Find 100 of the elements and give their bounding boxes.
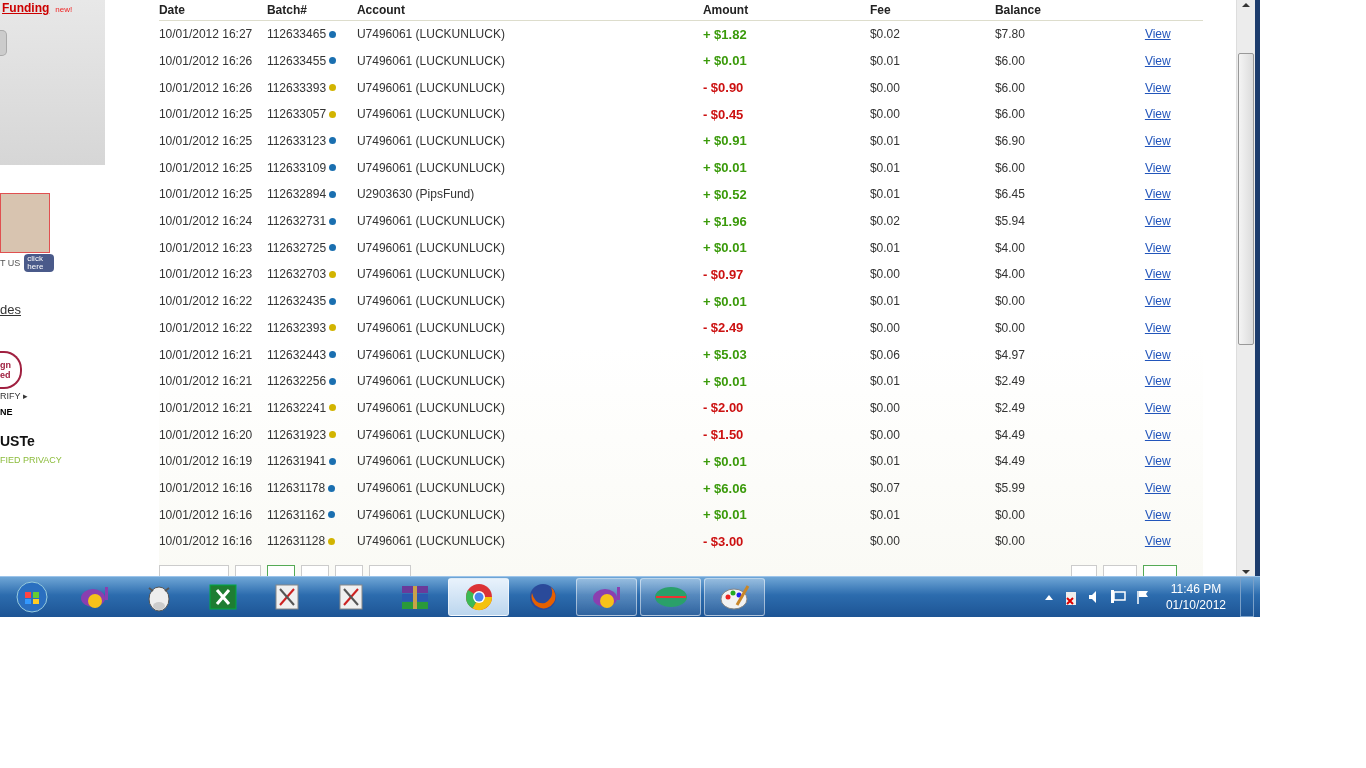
fee-cell-text: $0.00 xyxy=(869,80,901,95)
balance-cell-text: $4.00 xyxy=(994,240,1026,255)
amount-cell-text: + $0.01 xyxy=(702,373,748,389)
batch-cell: 112632256 xyxy=(266,374,327,389)
batch-cell: 112633393 xyxy=(266,80,327,95)
pager-button[interactable] xyxy=(266,564,295,576)
view-link[interactable]: View xyxy=(1144,320,1186,335)
view-link[interactable]: View xyxy=(1144,240,1186,255)
fee-cell-text: $0.07 xyxy=(869,481,901,496)
view-link[interactable]: View xyxy=(1144,267,1186,282)
fee-cell-text: $0.00 xyxy=(869,320,901,335)
trust-caption: FIED PRIVACY xyxy=(0,455,63,465)
taskbar-button[interactable] xyxy=(448,578,509,616)
date-cell-text: 10/01/2012 16:27 xyxy=(158,27,254,42)
view-link[interactable]: View xyxy=(1144,481,1186,496)
scroll-up-arrow-icon[interactable] xyxy=(1241,0,1251,10)
date-cell-text: 10/01/2012 16:16 xyxy=(158,507,254,522)
date-cell-text: 10/01/2012 16:25 xyxy=(158,107,254,122)
account-cell-text: U7496061 (LUCKUNLUCK) xyxy=(356,80,506,95)
date-cell-text: 10/01/2012 16:16 xyxy=(158,481,254,496)
batch-cell: 112632725 xyxy=(266,240,327,255)
taskbar-button[interactable] xyxy=(576,578,637,616)
date-cell-text: 10/01/2012 16:23 xyxy=(158,267,254,282)
batch-cell: 112632435 xyxy=(266,294,327,309)
fee-cell-text: $0.01 xyxy=(869,507,901,522)
batch-cell: 112632703 xyxy=(266,267,327,282)
account-cell-text: U7496061 (LUCKUNLUCK) xyxy=(356,53,506,68)
network-icon[interactable] xyxy=(1109,590,1126,604)
batch-cell: 112633455 xyxy=(266,53,327,68)
view-link[interactable]: View xyxy=(1144,214,1186,229)
view-link[interactable]: View xyxy=(1144,427,1186,442)
amount-cell-text: + $0.91 xyxy=(702,133,748,149)
scroll-thumb[interactable] xyxy=(1238,53,1254,345)
clock-time: 11:46 PM xyxy=(1170,581,1222,597)
view-link[interactable]: View xyxy=(1144,454,1186,469)
account-cell-text: U7496061 (LUCKUNLUCK) xyxy=(356,427,506,442)
view-link[interactable]: View xyxy=(1144,400,1186,415)
view-link[interactable]: View xyxy=(1144,133,1186,148)
batch-cell: 112631128 xyxy=(266,534,326,549)
tray-arrow-icon[interactable] xyxy=(1043,593,1054,601)
pager-button[interactable] xyxy=(1143,564,1177,576)
scroll-down-arrow-icon[interactable] xyxy=(1241,568,1251,576)
view-link[interactable]: View xyxy=(1144,27,1186,42)
column-header: Balance xyxy=(994,2,1042,17)
account-cell-text: U7496061 (LUCKUNLUCK) xyxy=(356,454,506,469)
view-link[interactable]: View xyxy=(1144,53,1186,68)
view-link[interactable]: View xyxy=(1144,187,1186,202)
flag-icon[interactable] xyxy=(1135,590,1150,604)
batch-cell: 112631178 xyxy=(266,481,326,496)
column-header: Batch# xyxy=(266,2,308,17)
seal-footer: NE xyxy=(0,407,159,417)
view-link[interactable]: View xyxy=(1144,80,1186,95)
account-cell-text: U7496061 (LUCKUNLUCK) xyxy=(356,214,506,229)
view-link[interactable]: View xyxy=(1144,374,1186,389)
balance-cell-text: $6.00 xyxy=(994,107,1026,122)
clock-date: 01/10/2012 xyxy=(1165,597,1226,613)
scrollbar[interactable] xyxy=(1236,0,1255,576)
books-stack-icon xyxy=(399,584,430,610)
fee-cell-text: $0.06 xyxy=(869,347,901,362)
seal-text: gn xyxy=(0,360,12,370)
amount-cell-text: - $0.97 xyxy=(702,266,745,282)
balance-cell-text: $0.00 xyxy=(994,294,1026,309)
account-cell-text: U7496061 (LUCKUNLUCK) xyxy=(356,294,506,309)
balance-cell-text: $2.49 xyxy=(994,400,1026,415)
account-cell-text: U7496061 (LUCKUNLUCK) xyxy=(356,133,506,148)
account-cell-text: U7496061 (LUCKUNLUCK) xyxy=(356,107,506,122)
view-link[interactable]: View xyxy=(1144,294,1186,309)
new-label: new! xyxy=(55,5,73,14)
amount-cell-text: + $0.01 xyxy=(702,453,748,469)
amount-cell-text: - $0.45 xyxy=(702,106,745,122)
amount-cell-text: + $0.01 xyxy=(702,160,748,176)
taskbar-button[interactable] xyxy=(640,578,701,616)
batch-cell: 112632443 xyxy=(266,347,327,362)
amount-cell-text: + $6.06 xyxy=(702,480,748,496)
taskbar-button[interactable] xyxy=(704,578,765,616)
view-link[interactable]: View xyxy=(1144,160,1186,175)
view-link[interactable]: View xyxy=(1144,507,1186,522)
view-link[interactable]: View xyxy=(1144,107,1186,122)
view-link[interactable]: View xyxy=(1144,347,1186,362)
account-cell-text: U7496061 (LUCKUNLUCK) xyxy=(356,240,506,255)
account-cell-text: U7496061 (LUCKUNLUCK) xyxy=(356,27,506,42)
click-here-button[interactable]: click here xyxy=(24,254,55,272)
view-link[interactable]: View xyxy=(1144,534,1186,549)
amount-cell-text: - $0.90 xyxy=(702,80,745,96)
amount-cell-text: - $2.49 xyxy=(702,320,745,336)
fee-cell-text: $0.02 xyxy=(869,214,901,229)
start-orb-icon[interactable] xyxy=(16,581,48,613)
guides-link[interactable]: des xyxy=(0,302,159,317)
date-cell-text: 10/01/2012 16:21 xyxy=(158,400,254,415)
date-cell-text: 10/01/2012 16:22 xyxy=(158,294,254,309)
browser-wheel-icon xyxy=(464,583,493,611)
promo-link[interactable]: Funding xyxy=(2,1,50,15)
fee-cell-text: $0.01 xyxy=(869,240,901,255)
amount-cell-text: - $3.00 xyxy=(702,534,745,549)
date-cell-text: 10/01/2012 16:22 xyxy=(158,320,254,335)
fee-cell-text: $0.02 xyxy=(869,27,901,42)
fee-cell-text: $0.01 xyxy=(869,454,901,469)
fee-cell-text: $0.01 xyxy=(869,160,901,175)
amount-cell-text: + $5.03 xyxy=(702,347,748,363)
fee-cell-text: $0.00 xyxy=(869,400,901,415)
